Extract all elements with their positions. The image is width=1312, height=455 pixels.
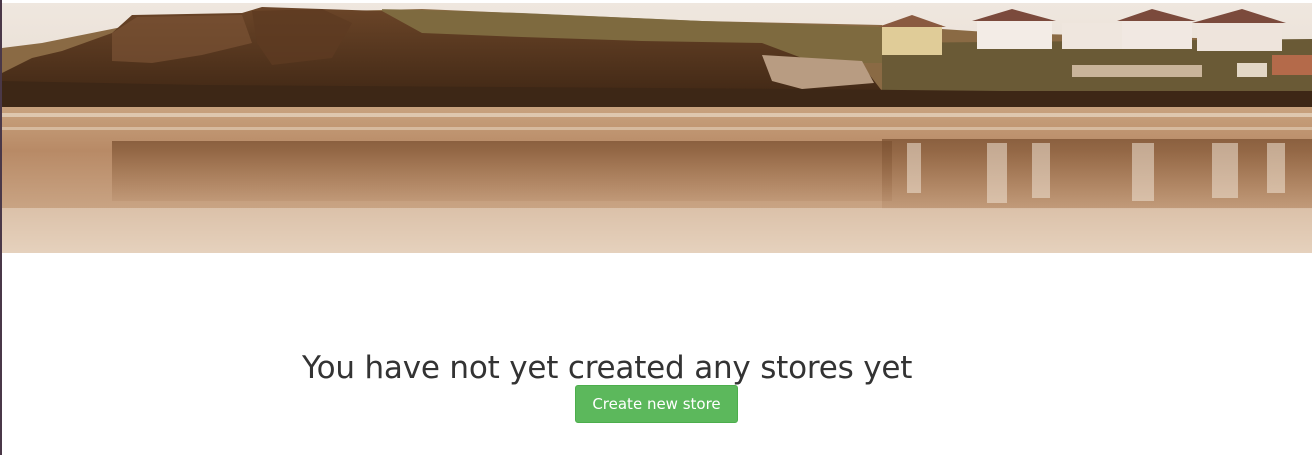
empty-state-message: You have not yet created any stores yet: [302, 350, 913, 386]
create-new-store-button[interactable]: Create new store: [575, 385, 738, 423]
header-banner-image: [2, 3, 1312, 253]
page: You have not yet created any stores yet …: [0, 0, 1312, 455]
coastal-landscape-photo: [2, 3, 1312, 253]
